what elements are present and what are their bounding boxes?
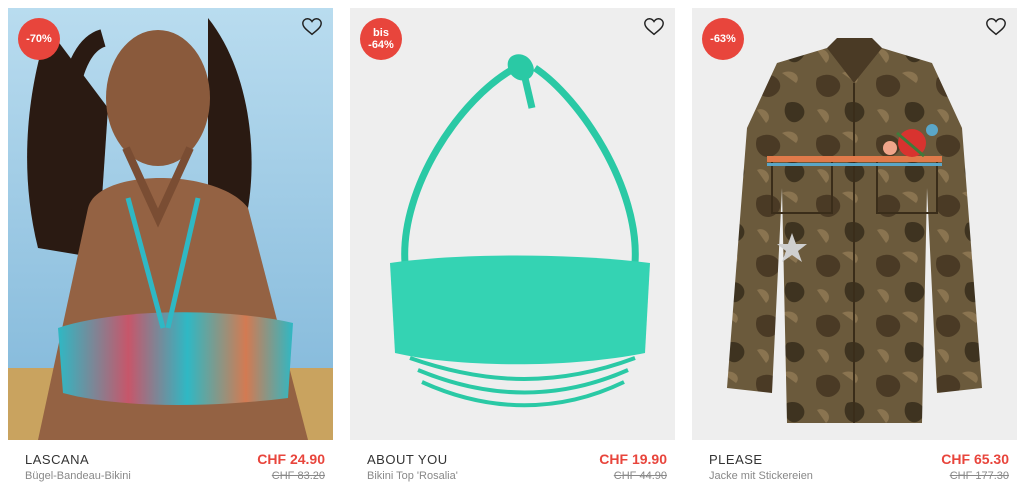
product-name: Bikini Top 'Rosalia' [367, 470, 458, 482]
camo-jacket-photo [692, 8, 1017, 440]
product-card[interactable]: -63% PLEASE Jacke mit Stickereien CHF 65… [692, 8, 1017, 489]
discount-badge: -63% [702, 18, 744, 60]
brand-name: PLEASE [709, 452, 763, 467]
product-grid: -70% LASCANA Bügel-Bandeau-Bikini CHF 24… [8, 8, 1020, 489]
brand-name: LASCANA [25, 452, 90, 467]
bikini-model-photo [8, 8, 333, 440]
product-card[interactable]: -70% LASCANA Bügel-Bandeau-Bikini CHF 24… [8, 8, 333, 489]
discount-badge: -70% [18, 18, 60, 60]
heart-outline-icon[interactable] [301, 16, 323, 38]
brand-name: ABOUT YOU [367, 452, 448, 467]
product-name: Bügel-Bandeau-Bikini [25, 470, 131, 482]
product-info: ABOUT YOU Bikini Top 'Rosalia' CHF 19.90… [350, 440, 675, 489]
product-image[interactable] [350, 8, 675, 440]
discount-badge: bis -64% [360, 18, 402, 60]
product-name: Jacke mit Stickereien [709, 470, 813, 482]
product-info: PLEASE Jacke mit Stickereien CHF 65.30 C… [692, 440, 1017, 489]
heart-outline-icon[interactable] [643, 16, 665, 38]
sale-price: CHF 24.90 [257, 451, 325, 467]
original-price: CHF 177.30 [949, 470, 1009, 482]
product-image[interactable] [8, 8, 333, 440]
bikini-top-photo [350, 8, 675, 440]
product-card[interactable]: bis -64% ABOUT YOU Bikini Top 'Rosalia' … [350, 8, 675, 489]
original-price: CHF 83.20 [271, 470, 325, 482]
product-info: LASCANA Bügel-Bandeau-Bikini CHF 24.90 C… [8, 440, 333, 489]
product-image[interactable] [692, 8, 1017, 440]
sale-price: CHF 65.30 [941, 451, 1009, 467]
original-price: CHF 44.90 [613, 470, 667, 482]
sale-price: CHF 19.90 [599, 451, 667, 467]
heart-outline-icon[interactable] [985, 16, 1007, 38]
